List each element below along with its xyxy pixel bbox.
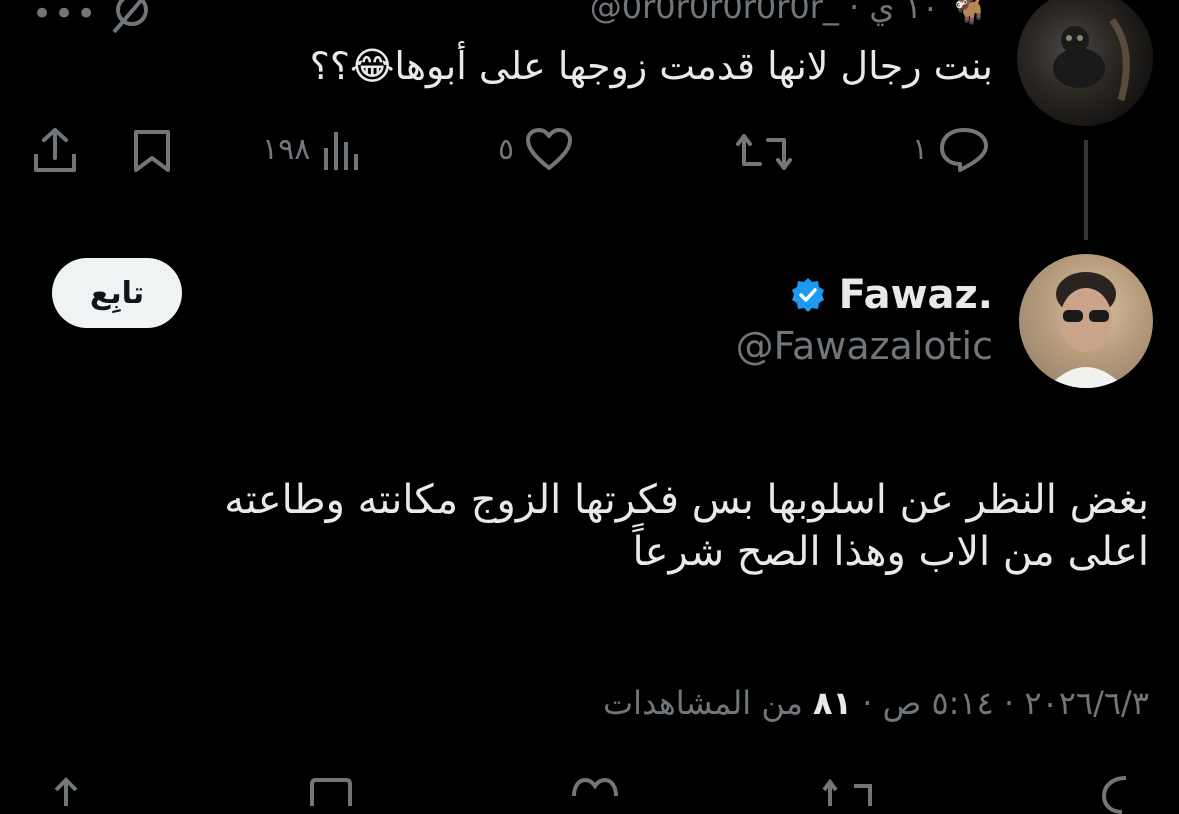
tweet-body-line-2: اعلى من الاب وهذا الصح شرعاً	[632, 529, 1149, 575]
reply-icon	[938, 126, 990, 172]
parent-meta: @0r0r0r0r0r0r_ · ١٠ ي 🐐	[590, 0, 989, 26]
share-icon[interactable]	[32, 126, 78, 174]
bar-chart-icon	[320, 126, 364, 172]
follow-button[interactable]: تابِع	[52, 258, 182, 328]
more-options-icon[interactable]: •••	[32, 0, 98, 34]
tweet-body: بغض النظر عن اسلوبها بس فكرتها الزوج مكا…	[89, 474, 1149, 578]
parent-reply-action[interactable]: ١	[912, 126, 990, 172]
thread-line	[1084, 140, 1088, 240]
parent-meta-text: @0r0r0r0r0r0r_ · ١٠ ي	[589, 0, 939, 26]
author-handle[interactable]: @Fawazalotic	[736, 324, 993, 368]
parent-views-action[interactable]: ١٩٨	[262, 126, 364, 172]
profile-photo-icon	[1047, 272, 1125, 388]
parent-avatar[interactable]	[1017, 0, 1153, 126]
grok-icon[interactable]	[108, 0, 156, 34]
reply-count: ١	[912, 131, 929, 167]
cat-silhouette-icon	[1053, 17, 1130, 101]
heart-icon	[524, 126, 574, 172]
views-count: ١٩٨	[262, 131, 311, 167]
like-count: ٥	[498, 131, 515, 167]
reply-icon[interactable]	[1100, 774, 1152, 814]
goat-emoji-icon: 🐐	[949, 0, 989, 26]
bookmark-icon[interactable]	[130, 128, 174, 174]
views-count-value: ٨١	[813, 684, 853, 722]
timestamp[interactable]: ٢٠٢٦/٦/٣ · ٥:١٤ ص ·	[852, 684, 1149, 722]
display-name: Fawaz.	[838, 272, 993, 318]
tweet-meta: ٢٠٢٦/٦/٣ · ٥:١٤ ص · ٨١ من المشاهدات	[603, 684, 1149, 722]
tweet-body-line-1: بغض النظر عن اسلوبها بس فكرتها الزوج مكا…	[224, 477, 1149, 523]
parent-text: بنت رجال لانها قدمت زوجها على أبوها😂؟؟	[309, 44, 993, 88]
author-avatar[interactable]	[1019, 254, 1153, 388]
author-name-row[interactable]: Fawaz.	[789, 272, 993, 318]
verified-badge-icon	[789, 276, 827, 314]
parent-like-action[interactable]: ٥	[498, 126, 574, 172]
retweet-icon[interactable]	[734, 130, 794, 174]
views-label: من المشاهدات	[603, 684, 814, 722]
